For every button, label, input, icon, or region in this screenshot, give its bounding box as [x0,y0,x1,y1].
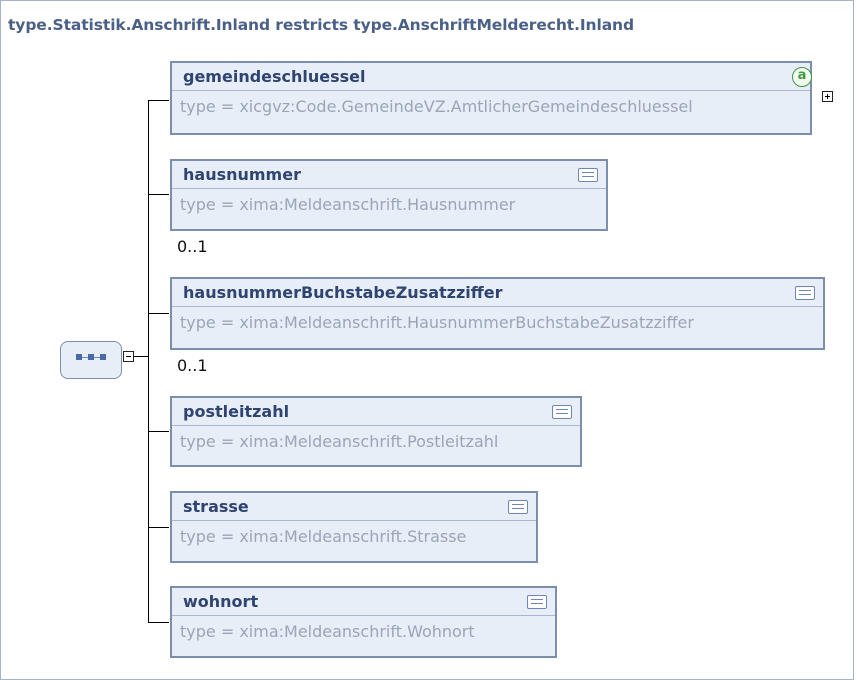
element-postleitzahl[interactable]: postleitzahl type = xima:Meldeanschrift.… [170,396,582,467]
cardinality-label: 0..1 [177,356,208,375]
minus-icon [126,356,131,357]
connector-line [148,431,169,432]
expand-toggle[interactable] [822,91,833,102]
documentation-icon [552,405,572,419]
element-name: hausnummerBuchstabeZusatzziffer [183,283,503,302]
element-name: gemeindeschluessel [183,67,366,86]
connector-line [148,313,169,314]
element-type: type = xima:Meldeanschrift.HausnummerBuc… [180,313,694,332]
element-name: hausnummer [183,165,301,184]
documentation-icon [795,286,815,300]
sequence-compositor[interactable] [60,341,122,379]
element-type: type = xima:Meldeanschrift.Postleitzahl [180,432,499,451]
element-type: type = xima:Meldeanschrift.Strasse [180,527,467,546]
attribute-icon: a [792,67,812,87]
sequence-dot [76,354,82,360]
element-type: type = xima:Meldeanschrift.Wohnort [180,622,475,641]
cardinality-label: 0..1 [177,237,208,256]
element-strasse[interactable]: strasse type = xima:Meldeanschrift.Stras… [170,491,538,563]
sequence-dot [88,354,94,360]
connector-line [148,527,169,528]
element-name: wohnort [183,592,259,611]
connector-line [148,100,169,101]
documentation-icon [527,595,547,609]
collapse-toggle[interactable] [123,351,134,362]
element-name: strasse [183,497,249,516]
connector-line [134,356,149,357]
sequence-dot [100,354,106,360]
documentation-icon [578,168,598,182]
element-wohnort[interactable]: wohnort type = xima:Meldeanschrift.Wohno… [170,586,557,658]
element-type: type = xima:Meldeanschrift.Hausnummer [180,195,516,214]
element-type: type = xicgvz:Code.GemeindeVZ.AmtlicherG… [180,97,693,116]
element-name: postleitzahl [183,402,290,421]
connector-line [148,194,169,195]
plus-icon-vertical [827,94,828,99]
connector-line [148,622,169,623]
element-hausnummer[interactable]: hausnummer type = xima:Meldeanschrift.Ha… [170,159,608,231]
diagram-title: type.Statistik.Anschrift.Inland restrict… [8,16,634,34]
element-gemeindeschluessel[interactable]: gemeindeschluessel a type = xicgvz:Code.… [170,61,812,135]
connector-trunk [148,100,149,623]
element-hausnummerBuchstabeZusatzziffer[interactable]: hausnummerBuchstabeZusatzziffer type = x… [170,277,825,350]
documentation-icon [508,500,528,514]
